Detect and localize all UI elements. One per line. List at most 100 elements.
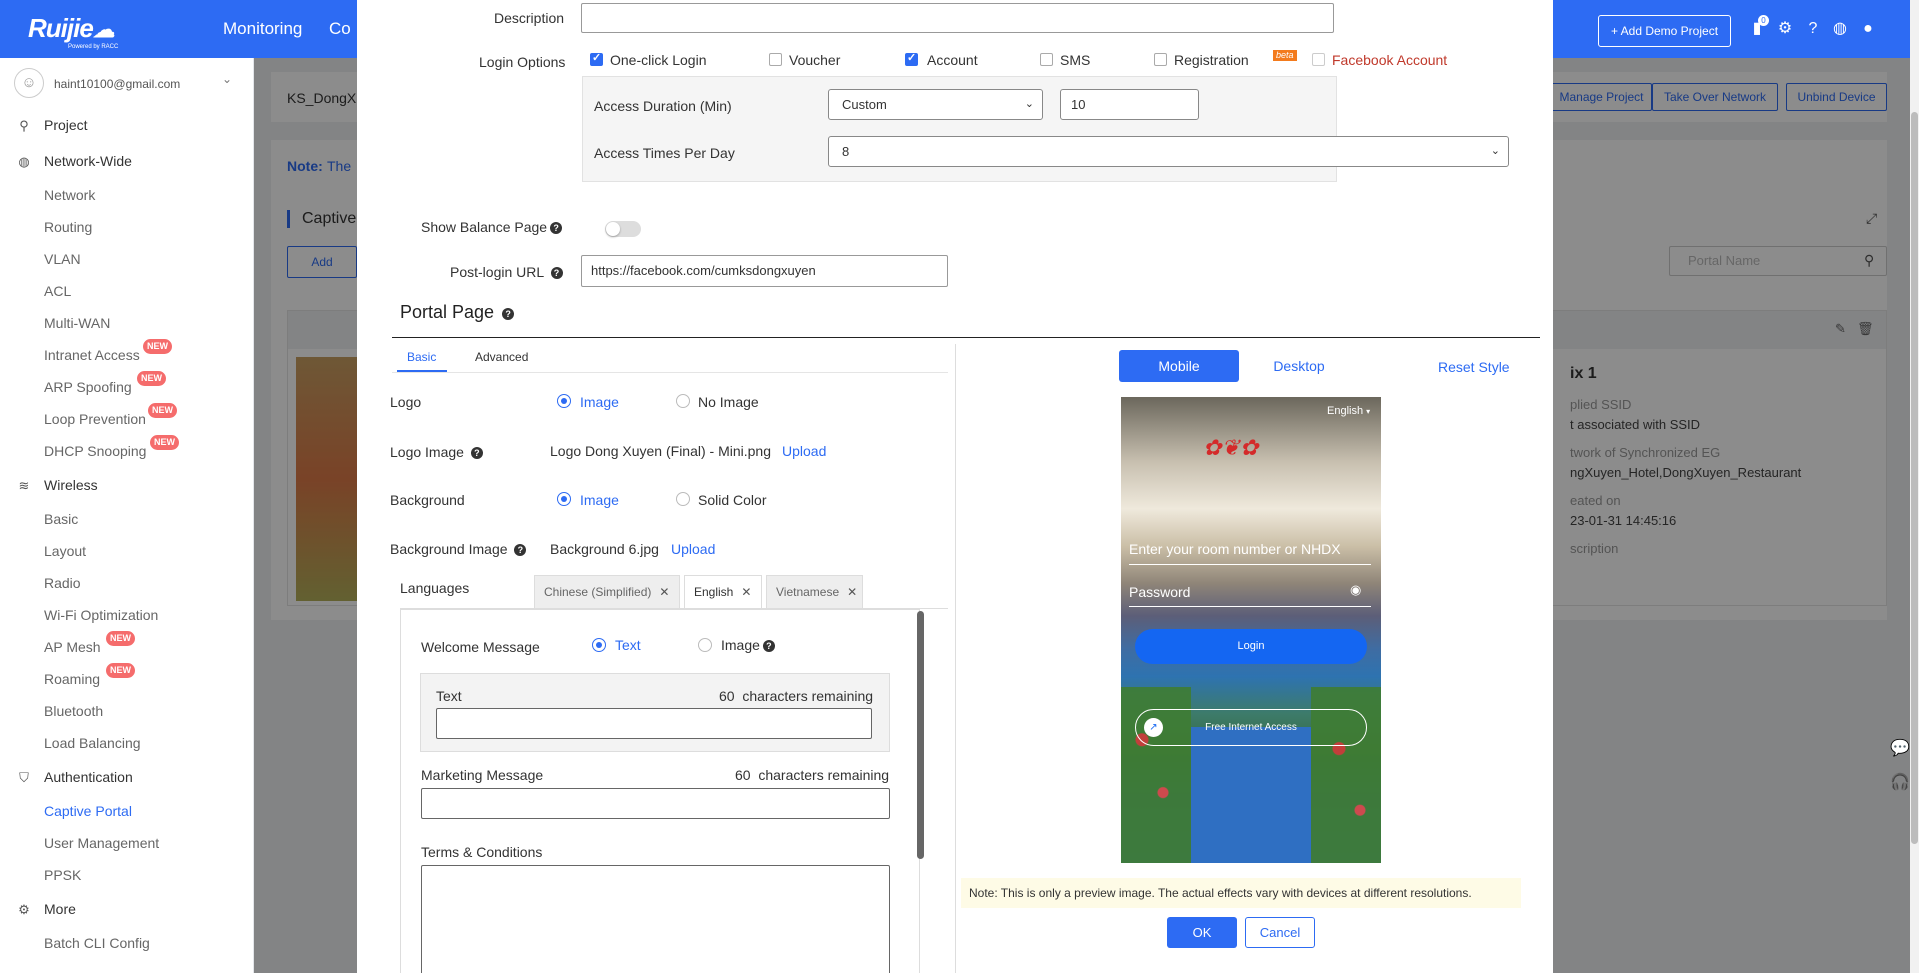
help-icon[interactable]: ? — [470, 447, 483, 459]
sidebar-item-network[interactable]: Network — [44, 187, 95, 203]
language-tab-english[interactable]: English ✕ — [684, 575, 762, 609]
add-demo-project-button[interactable]: + Add Demo Project — [1598, 15, 1731, 47]
sidebar-item-vlan[interactable]: VLAN — [44, 251, 81, 267]
tab-advanced[interactable]: Advanced — [475, 350, 528, 364]
preview-desktop-button[interactable]: Desktop — [1239, 350, 1359, 382]
logo-image-radio[interactable] — [557, 394, 571, 408]
password-input: Password — [1129, 584, 1191, 600]
one-click-login-checkbox[interactable] — [590, 51, 603, 66]
logo-image-radio-label: Image — [580, 394, 619, 410]
access-times-select[interactable]: 8 ⌄ — [828, 136, 1509, 167]
welcome-message-label: Welcome Message — [421, 639, 540, 655]
headset-icon[interactable]: 🎧 — [1890, 772, 1910, 792]
preview-decoration — [1191, 727, 1311, 863]
sidebar-item-bluetooth[interactable]: Bluetooth — [44, 703, 103, 719]
registration-checkbox[interactable] — [1154, 53, 1167, 66]
ok-button[interactable]: OK — [1167, 917, 1237, 948]
gear-icon[interactable]: ⚙ — [1776, 20, 1794, 38]
user-icon[interactable]: ● — [1859, 20, 1877, 38]
nav-configuration[interactable]: Co — [329, 19, 351, 39]
user-account[interactable]: ☺ haint10100@gmail.com ⌄ — [14, 68, 239, 98]
help-icon[interactable]: ? — [550, 267, 563, 279]
post-login-url-input[interactable]: https://facebook.com/cumksdongxuyen — [581, 255, 948, 287]
edit-portal-modal: Description Login Options One-click Logi… — [357, 0, 1553, 973]
language-tab-vietnamese[interactable]: Vietnamese ✕ — [766, 575, 863, 609]
help-icon[interactable]: ? — [502, 308, 515, 320]
background-solid-color-radio-label: Solid Color — [698, 492, 767, 508]
globe-icon[interactable]: ◍ — [1831, 20, 1849, 38]
marketing-message-input[interactable] — [421, 788, 890, 819]
close-icon[interactable]: ✕ — [847, 585, 857, 599]
shield-icon: ⛉ — [19, 770, 29, 785]
sidebar-item-ap-mesh[interactable]: AP Mesh — [44, 639, 101, 655]
sidebar: ☺ haint10100@gmail.com ⌄ ⚲ Project ◍ Netwo… — [0, 58, 254, 973]
sidebar-item-arp-spoofing[interactable]: ARP Spoofing — [44, 379, 132, 395]
ruijie-logo[interactable]: Ruijie☁ Powered by RACC — [28, 13, 118, 50]
sidebar-section-project[interactable]: ⚲ Project — [16, 117, 87, 134]
sidebar-section-wireless[interactable]: ≋ Wireless — [16, 477, 98, 494]
new-badge: NEW — [143, 339, 172, 354]
background-image-radio-label: Image — [580, 492, 619, 508]
input-underline — [1129, 606, 1371, 607]
sidebar-section-network-wide[interactable]: ◍ Network-Wide — [16, 153, 132, 170]
sidebar-item-routing[interactable]: Routing — [44, 219, 92, 235]
language-panel-scrollbar[interactable] — [917, 611, 924, 859]
sidebar-item-multi-wan[interactable]: Multi-WAN — [44, 315, 110, 331]
notification-icon[interactable]: ▮ 0 — [1748, 15, 1769, 38]
account-checkbox[interactable] — [905, 51, 918, 66]
nav-monitoring[interactable]: Monitoring — [223, 19, 302, 39]
sidebar-item-roaming[interactable]: Roaming — [44, 671, 100, 687]
sidebar-item-loop-prevention[interactable]: Loop Prevention — [44, 411, 146, 427]
close-icon[interactable]: ✕ — [741, 585, 751, 599]
language-tab-chinese[interactable]: Chinese (Simplified) ✕ — [534, 575, 680, 609]
sidebar-item-captive-portal[interactable]: Captive Portal — [44, 803, 132, 819]
logo-upload-link[interactable]: Upload — [782, 443, 826, 459]
terms-textarea[interactable] — [421, 865, 890, 973]
sidebar-item-dhcp-snooping[interactable]: DHCP Snooping — [44, 443, 146, 459]
logo-no-image-radio[interactable] — [676, 394, 690, 408]
welcome-image-radio[interactable] — [698, 638, 712, 652]
sms-checkbox[interactable] — [1040, 53, 1053, 66]
post-login-url-label: Post-login URL ? — [450, 264, 563, 280]
help-icon[interactable]: ? — [514, 544, 527, 556]
help-icon[interactable]: ? — [762, 640, 775, 652]
facebook-account-checkbox[interactable] — [1312, 53, 1325, 66]
sidebar-item-user-management[interactable]: User Management — [44, 835, 159, 851]
access-duration-select[interactable]: Custom ⌄ — [828, 89, 1043, 120]
tab-basic[interactable]: Basic — [407, 350, 436, 364]
sidebar-item-intranet-access[interactable]: Intranet Access — [44, 347, 140, 363]
sidebar-item-layout[interactable]: Layout — [44, 543, 86, 559]
show-balance-toggle[interactable] — [605, 221, 641, 237]
sidebar-section-more[interactable]: ⚙ More — [16, 901, 76, 918]
close-icon[interactable]: ✕ — [659, 585, 669, 599]
sidebar-item-acl[interactable]: ACL — [44, 283, 71, 299]
chat-icon[interactable]: 💬 — [1890, 738, 1910, 758]
reset-style-link[interactable]: Reset Style — [1438, 359, 1510, 375]
description-input[interactable] — [581, 3, 1334, 33]
help-icon[interactable]: ? — [550, 222, 563, 234]
welcome-text-radio[interactable] — [592, 638, 606, 652]
cancel-button[interactable]: Cancel — [1245, 917, 1315, 948]
welcome-image-radio-label: Image? — [721, 637, 775, 653]
text-label: Text — [436, 688, 462, 704]
access-duration-input[interactable]: 10 — [1060, 89, 1199, 120]
sidebar-item-basic[interactable]: Basic — [44, 511, 78, 527]
chevron-down-icon[interactable]: ⌄ — [222, 72, 232, 86]
sidebar-item-load-balancing[interactable]: Load Balancing — [44, 735, 141, 751]
welcome-text-input[interactable] — [436, 708, 872, 739]
background-upload-link[interactable]: Upload — [671, 541, 715, 557]
help-icon[interactable]: ? — [1804, 20, 1822, 38]
sidebar-item-batch-cli-config[interactable]: Batch CLI Config — [44, 935, 150, 951]
sidebar-item-radio[interactable]: Radio — [44, 575, 81, 591]
new-badge: NEW — [137, 371, 166, 386]
sidebar-section-authentication[interactable]: ⛉ Authentication — [16, 769, 133, 786]
sidebar-item-wifi-optimization[interactable]: Wi-Fi Optimization — [44, 607, 158, 623]
sidebar-item-ppsk[interactable]: PPSK — [44, 867, 81, 883]
logo-image-file: Logo Dong Xuyen (Final) - Mini.png — [550, 443, 772, 459]
voucher-checkbox[interactable] — [769, 53, 782, 66]
background-image-radio[interactable] — [557, 492, 571, 506]
new-badge: NEW — [150, 435, 179, 450]
preview-mobile-button[interactable]: Mobile — [1119, 350, 1239, 382]
page-scrollbar-thumb[interactable] — [1911, 112, 1918, 844]
background-solid-color-radio[interactable] — [676, 492, 690, 506]
